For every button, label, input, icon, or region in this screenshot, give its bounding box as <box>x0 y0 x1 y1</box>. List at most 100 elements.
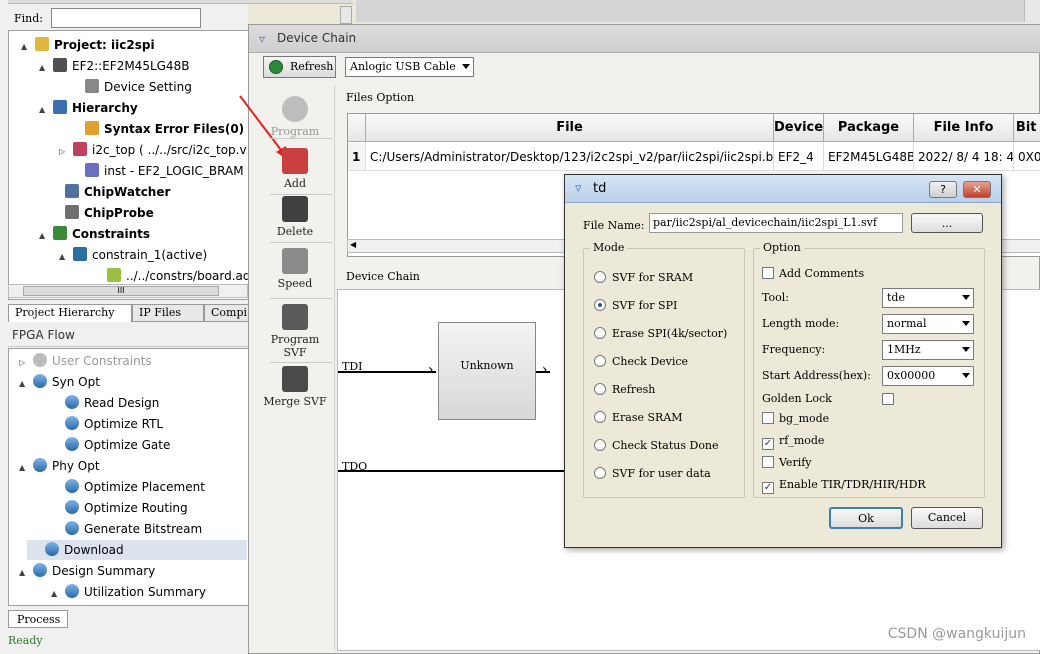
checkbox-box[interactable] <box>762 456 774 468</box>
radio-button[interactable] <box>594 439 606 451</box>
scrollbar-thumb[interactable]: III <box>23 286 219 296</box>
bg-mode-checkbox[interactable]: bg_mode <box>762 412 829 425</box>
flow-item[interactable]: ▲ Syn Opt <box>19 372 100 392</box>
table-cell[interactable]: 0X00 <box>1014 143 1040 171</box>
tool-program-svf-button[interactable]: Program SVF <box>258 304 332 359</box>
radio-button[interactable] <box>594 299 606 311</box>
expand-arrow-icon[interactable]: ▲ <box>19 374 29 394</box>
tree-item[interactable]: Device Setting <box>71 77 192 97</box>
scroll-left-icon[interactable]: ◀ <box>350 240 356 249</box>
tree-item[interactable]: ../../constrs/board.adc <box>93 266 248 286</box>
expand-arrow-icon[interactable]: ▲ <box>19 563 29 583</box>
flow-item[interactable]: Generate Bitstream <box>51 519 202 539</box>
tree-item[interactable]: Syntax Error Files(0) <box>71 119 244 139</box>
frequency-select[interactable]: 1MHz <box>882 340 974 360</box>
expand-arrow-icon[interactable]: ▲ <box>39 226 49 246</box>
browse-button[interactable]: ... <box>911 213 983 233</box>
column-header[interactable]: Package <box>824 114 914 142</box>
tree-item[interactable]: ▷ i2c_top ( ../../src/i2c_top.v ) <box>59 140 248 160</box>
expand-arrow-icon[interactable]: ▲ <box>39 58 49 78</box>
tree-item[interactable]: ▲ EF2::EF2M45LG48B <box>39 56 189 76</box>
refresh-button[interactable]: Refresh <box>263 56 336 78</box>
flow-item[interactable]: Optimize RTL <box>51 414 163 434</box>
expand-arrow-icon[interactable]: ▷ <box>19 353 29 373</box>
checkmark-icon[interactable]: ✓ <box>762 438 774 450</box>
flow-item[interactable]: Download <box>27 540 247 560</box>
tree-item[interactable]: ChipWatcher <box>51 182 170 202</box>
mode-radio[interactable]: Erase SPI(4k/sector) <box>594 327 727 340</box>
rf-mode-checkbox[interactable]: ✓ rf_mode <box>762 434 824 450</box>
enable-tir-checkbox[interactable]: ✓ Enable TIR/TDR/HIR/HDR <box>762 478 926 494</box>
mode-radio[interactable]: SVF for SRAM <box>594 271 693 284</box>
verify-checkbox[interactable]: Verify <box>762 456 812 469</box>
cable-select[interactable]: Anlogic USB Cable <box>345 57 474 77</box>
radio-button[interactable] <box>594 355 606 367</box>
table-cell[interactable]: 2022/ 8/ 4 18: 4 <box>914 143 1014 171</box>
mode-radio[interactable]: SVF for user data <box>594 467 711 480</box>
tool-speed-button[interactable]: Speed <box>258 248 332 290</box>
expand-arrow-icon[interactable]: ▲ <box>19 458 29 478</box>
radio-button[interactable] <box>594 327 606 339</box>
tree-item[interactable]: ▲ constrain_1(active) <box>59 245 207 265</box>
column-header[interactable]: Device <box>774 114 824 142</box>
expand-arrow-icon[interactable]: ▲ <box>39 100 49 120</box>
tool-delete-button[interactable]: Delete <box>258 196 332 238</box>
radio-button[interactable] <box>594 271 606 283</box>
flow-item[interactable]: Read Design <box>51 393 159 413</box>
process-tab[interactable]: Process <box>8 610 68 628</box>
ok-button[interactable]: Ok <box>829 507 903 529</box>
help-button[interactable]: ? <box>929 181 957 198</box>
file-name-input[interactable]: par/iic2spi/al_devicechain/iic2spi_L1.sv… <box>649 213 903 233</box>
tree-item[interactable]: ChipProbe <box>51 203 154 223</box>
flow-item[interactable]: ▷ User Constraints <box>19 351 152 371</box>
checkbox-box[interactable] <box>762 412 774 424</box>
table-cell[interactable]: C:/Users/Administrator/Desktop/123/i2c2s… <box>366 143 774 171</box>
radio-button[interactable] <box>594 467 606 479</box>
tool-add-button[interactable]: Add <box>258 148 332 190</box>
panel-tab[interactable]: IP Files <box>132 304 204 322</box>
start-address-select[interactable]: 0x00000 <box>882 366 974 386</box>
device-block[interactable]: Unknown <box>438 322 536 420</box>
tree-item[interactable]: ▲ Project: iic2spi <box>21 35 155 55</box>
tree-item[interactable]: inst - EF2_LOGIC_BRAM ( ( <box>71 161 248 181</box>
background-scrollbar[interactable] <box>1024 0 1040 22</box>
find-input[interactable] <box>51 8 201 28</box>
tool-program-button[interactable]: Program <box>258 96 332 138</box>
checkbox-box[interactable] <box>762 267 774 279</box>
tree-horizontal-scrollbar[interactable]: III <box>8 284 248 298</box>
mode-radio[interactable]: Refresh <box>594 383 655 396</box>
download-icon <box>45 542 59 556</box>
expand-arrow-icon[interactable]: ▲ <box>51 584 61 604</box>
mode-radio[interactable]: Check Device <box>594 355 688 368</box>
cancel-button[interactable]: Cancel <box>911 507 983 529</box>
checkmark-icon[interactable]: ✓ <box>762 482 774 494</box>
flow-item[interactable]: ▲ Design Summary <box>19 561 155 581</box>
golden-lock-checkbox[interactable] <box>882 393 894 405</box>
table-cell[interactable]: EF2M45LG48B <box>824 143 914 171</box>
close-button[interactable]: ✕ <box>963 181 991 198</box>
panel-tab[interactable]: Project Hierarchy <box>8 304 132 322</box>
flow-item[interactable]: Optimize Gate <box>51 435 170 455</box>
column-header[interactable]: Bit V <box>1014 114 1040 142</box>
column-header[interactable]: File Info <box>914 114 1014 142</box>
mode-radio[interactable]: Check Status Done <box>594 439 719 452</box>
radio-button[interactable] <box>594 383 606 395</box>
flow-item[interactable]: ▲ Utilization Summary <box>51 582 206 602</box>
table-cell[interactable]: EF2_4 <box>774 143 824 171</box>
expand-arrow-icon[interactable]: ▷ <box>59 142 69 162</box>
mode-radio[interactable]: SVF for SPI <box>594 299 677 312</box>
flow-item[interactable]: Optimize Routing <box>51 498 188 518</box>
tree-item[interactable]: ▲ Hierarchy <box>39 98 138 118</box>
length-mode-select[interactable]: normal <box>882 314 974 334</box>
tree-item[interactable]: ▲ Constraints <box>39 224 150 244</box>
flow-item[interactable]: Optimize Placement <box>51 477 205 497</box>
flow-item[interactable]: ▲ Phy Opt <box>19 456 100 476</box>
tool-select[interactable]: tde <box>882 288 974 308</box>
add-comments-checkbox[interactable]: Add Comments <box>762 267 864 280</box>
radio-button[interactable] <box>594 411 606 423</box>
column-header[interactable]: File <box>366 114 774 142</box>
mode-radio[interactable]: Erase SRAM <box>594 411 683 424</box>
expand-arrow-icon[interactable]: ▲ <box>21 37 31 57</box>
expand-arrow-icon[interactable]: ▲ <box>59 247 69 267</box>
tool-merge-svf-button[interactable]: Merge SVF <box>258 366 332 408</box>
